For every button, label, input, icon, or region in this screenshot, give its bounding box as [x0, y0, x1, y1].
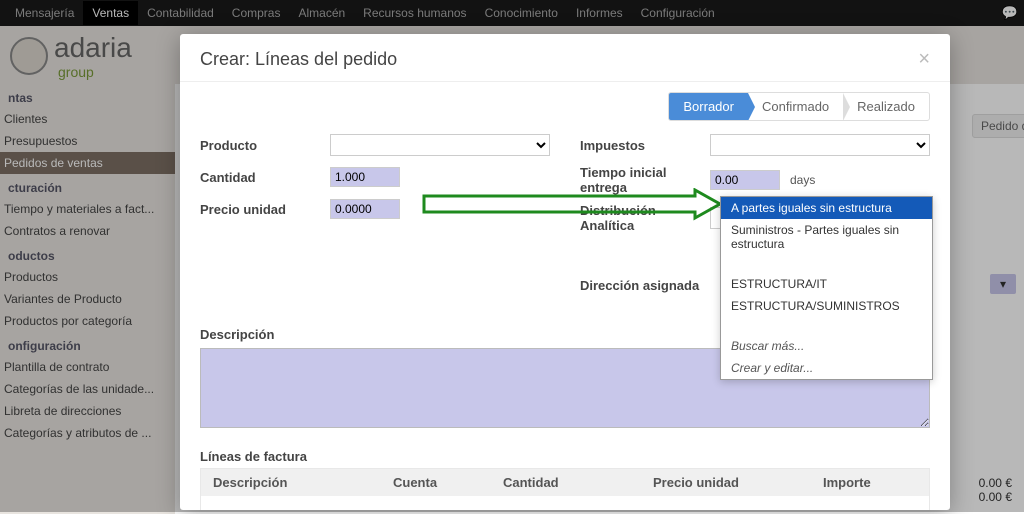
producto-select[interactable] — [330, 134, 550, 156]
tiempo-input[interactable] — [710, 170, 780, 190]
invoice-label: Líneas de factura — [200, 449, 930, 464]
close-icon[interactable]: × — [918, 48, 930, 71]
distribucion-dropdown[interactable]: A partes iguales sin estructura Suminist… — [720, 196, 933, 380]
modal-header: Crear: Líneas del pedido × — [180, 34, 950, 82]
dropdown-item[interactable]: Suministros - Partes iguales sin estruct… — [721, 219, 932, 255]
dropdown-create-edit[interactable]: Crear y editar... — [721, 357, 932, 379]
modal-status-bar: Borrador Confirmado Realizado — [180, 82, 950, 125]
modal-title: Crear: Líneas del pedido — [200, 49, 397, 70]
direccion-label: Dirección asignada — [580, 278, 710, 293]
annotation-arrow — [420, 188, 730, 226]
invoice-col-desc: Descripción — [213, 475, 393, 490]
dropdown-item[interactable]: ESTRUCTURA/SUMINISTROS — [721, 295, 932, 317]
precio-input[interactable] — [330, 199, 400, 219]
status-step-realizado[interactable]: Realizado — [843, 93, 929, 120]
invoice-col-cantidad: Cantidad — [503, 475, 653, 490]
dropdown-item-selected[interactable]: A partes iguales sin estructura — [721, 197, 932, 219]
impuestos-select[interactable] — [710, 134, 930, 156]
invoice-col-cuenta: Cuenta — [393, 475, 503, 490]
dropdown-search-more[interactable]: Buscar más... — [721, 335, 932, 357]
invoice-table: Descripción Cuenta Cantidad Precio unida… — [200, 468, 930, 510]
days-unit: days — [790, 173, 815, 187]
status-step-borrador[interactable]: Borrador — [669, 93, 748, 120]
cantidad-label: Cantidad — [200, 170, 330, 185]
impuestos-label: Impuestos — [580, 138, 710, 153]
cantidad-input[interactable] — [330, 167, 400, 187]
producto-label: Producto — [200, 138, 330, 153]
invoice-col-precio: Precio unidad — [653, 475, 823, 490]
precio-label: Precio unidad — [200, 202, 330, 217]
status-step-confirmado[interactable]: Confirmado — [748, 93, 843, 120]
invoice-col-importe: Importe — [823, 475, 917, 490]
dropdown-item[interactable]: ESTRUCTURA/IT — [721, 273, 932, 295]
